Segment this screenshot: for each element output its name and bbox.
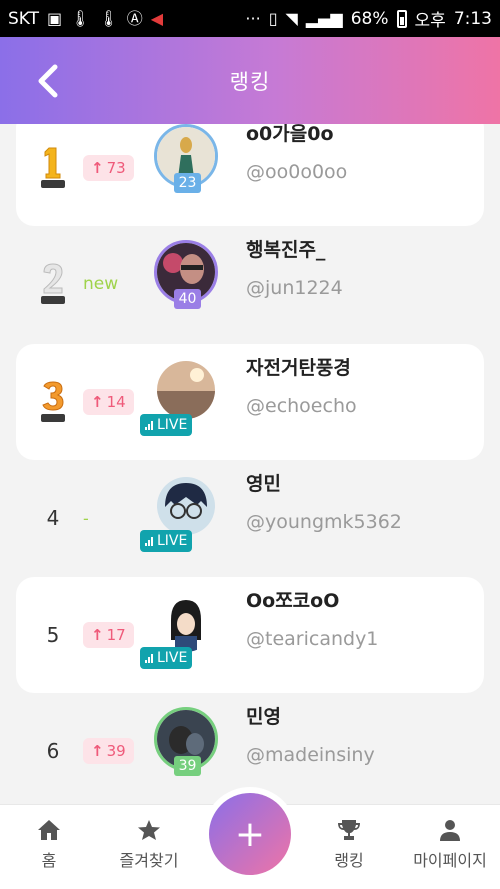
user-name: o0가을0o (246, 124, 334, 145)
page-title: 랭킹 (229, 69, 271, 94)
live-badge: LIVE (140, 414, 193, 436)
user-handle: @tearicandy1 (246, 628, 379, 650)
nav-home[interactable]: 홈 (4, 819, 94, 871)
nav-mypage-label: 마이페이지 (413, 851, 487, 870)
rank-change-up: ↑ 39 (83, 738, 134, 764)
home-icon (38, 820, 60, 840)
user-handle: @youngmk5362 (246, 511, 402, 533)
back-button[interactable] (28, 59, 68, 103)
signal-icon: ▂▄▆ (305, 8, 343, 28)
level-badge: 39 (174, 756, 201, 776)
user-name: 행복진주_ (246, 239, 326, 261)
battery-percent: 68% (350, 8, 389, 29)
rank-number: 5 (46, 623, 60, 647)
arrow-up-icon: ↑ (91, 393, 104, 411)
a-circle-icon: Ⓐ (126, 8, 143, 28)
app-header: 랭킹 (0, 37, 500, 124)
facebook-icon: ▣ (47, 8, 63, 28)
megaphone-icon: ◀ (150, 8, 164, 28)
wifi-icon: ◥ (285, 8, 298, 28)
nav-favorites[interactable]: 즐겨찾기 (104, 819, 194, 871)
nav-ranking-label: 랭킹 (334, 851, 364, 870)
user-name: Oo쪼코oO (246, 590, 340, 612)
arrow-up-icon: ↑ (91, 742, 104, 760)
arrow-up-icon: ↑ (91, 159, 104, 177)
user-handle: @echoecho (246, 395, 357, 417)
live-bars-icon (145, 536, 153, 546)
level-badge: 23 (174, 173, 201, 193)
ranking-row-5[interactable]: 5 ↑ 17 Oo쪼코oO @tearicandy1 (16, 577, 484, 693)
trophy-bronze-icon (41, 381, 65, 422)
ranking-list: ↑ 73 23 o0가을0o @oo0o0oo new 40 행복진주_ @jun… (0, 124, 500, 804)
ranking-row-3[interactable]: ↑ 14 자전거탄풍경 @echoecho (16, 344, 484, 460)
user-handle: @jun1224 (246, 277, 343, 299)
rank-trophy-bronze (26, 344, 80, 460)
time-ampm: 오후 (414, 11, 446, 31)
user-name: 자전거탄풍경 (246, 357, 351, 379)
carrier-label: SKT (8, 8, 40, 29)
thermometer-icon-2: 🌡 (98, 8, 119, 28)
rank-change-same: - (83, 508, 89, 528)
rank-change-up: ↑ 14 (83, 389, 134, 415)
rank-change-up: ↑ 17 (83, 622, 134, 648)
rank-change-new: new (83, 274, 119, 294)
bottom-nav: 홈 즐겨찾기 + 랭킹 마이페이지 (0, 793, 500, 889)
time-label: 7:13 (453, 8, 492, 29)
status-bar: SKT ▣ 🌡 🌡 Ⓐ ◀ ··· ▯ ◥ ▂▄▆ 68% 오후 7:13 (0, 0, 500, 37)
star-icon (138, 820, 160, 840)
trophy-silver-icon (41, 263, 65, 304)
nav-home-label: 홈 (41, 851, 57, 870)
add-button[interactable]: + (209, 793, 291, 875)
ranking-row-1[interactable]: ↑ 73 23 o0가을0o @oo0o0oo (16, 124, 484, 226)
ranking-row-2[interactable]: new 40 행복진주_ @jun1224 (16, 226, 484, 342)
live-badge: LIVE (140, 647, 193, 669)
rank-number: 6 (46, 739, 60, 763)
ranking-row-4[interactable]: 4 - 영민 @youngmk5362 (16, 460, 484, 576)
trophy-icon (338, 820, 360, 840)
avatar[interactable] (154, 591, 218, 655)
ranking-row-6[interactable]: 6 ↑ 39 39 민영 @madeinsiny (16, 693, 484, 804)
rank-change-up: ↑ 73 (83, 155, 134, 181)
avatar[interactable] (154, 474, 218, 538)
live-badge: LIVE (140, 530, 193, 552)
thermometer-icon: 🌡 (70, 8, 91, 28)
user-handle: @madeinsiny (246, 744, 375, 766)
chevron-left-icon (38, 64, 58, 98)
trophy-gold-icon (41, 147, 65, 188)
arrow-up-icon: ↑ (91, 626, 104, 644)
live-bars-icon (145, 653, 153, 663)
avatar[interactable] (154, 358, 218, 422)
rank-trophy-silver (26, 226, 80, 342)
user-handle: @oo0o0oo (246, 161, 348, 183)
live-bars-icon (145, 420, 153, 430)
rank-number: 4 (46, 506, 60, 530)
nav-ranking[interactable]: 랭킹 (304, 819, 394, 871)
nav-mypage[interactable]: 마이페이지 (404, 819, 496, 871)
nav-favorites-label: 즐겨찾기 (119, 851, 179, 870)
rank-trophy-gold (26, 124, 80, 226)
person-icon (440, 820, 460, 841)
more-icon: ··· (245, 8, 261, 28)
level-badge: 40 (174, 289, 201, 309)
battery-icon (396, 9, 407, 28)
user-name: 민영 (246, 706, 281, 728)
user-name: 영민 (246, 473, 281, 495)
plus-icon: + (234, 813, 266, 855)
vibrate-icon: ▯ (268, 8, 278, 28)
